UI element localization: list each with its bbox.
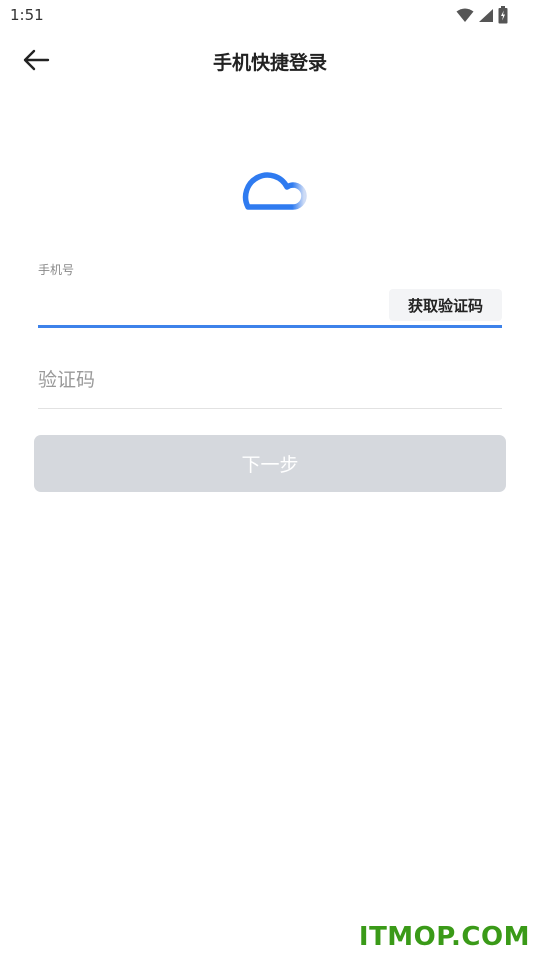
battery-icon [498, 6, 508, 28]
wifi-icon [456, 8, 474, 27]
verification-code-input[interactable] [38, 360, 502, 400]
watermark: ITMOP.COM [358, 922, 530, 952]
get-code-button[interactable]: 获取验证码 [389, 289, 502, 321]
cloud-logo-icon [232, 154, 308, 214]
status-bar: 1:51 [0, 0, 540, 30]
page-title: 手机快捷登录 [212, 52, 327, 74]
code-underline [38, 408, 502, 409]
login-screen: 1:51 手机快捷登录 手机号 获取验证码 验证码 下一步 ITMOP.COM [0, 0, 540, 960]
status-icons [456, 6, 508, 28]
next-step-button[interactable]: 下一步 [34, 435, 506, 492]
phone-label: 手机号 [38, 263, 75, 277]
status-time: 1:51 [10, 6, 44, 24]
phone-underline [38, 325, 502, 328]
signal-icon [478, 8, 494, 27]
phone-input[interactable] [38, 286, 378, 322]
header-bar: 手机快捷登录 [0, 30, 540, 92]
